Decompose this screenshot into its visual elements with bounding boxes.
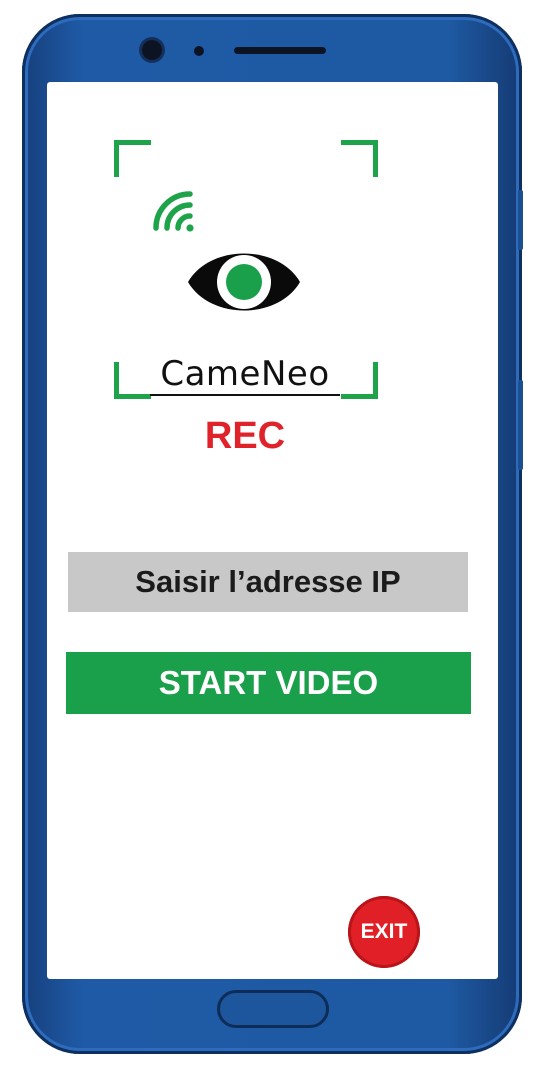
power-button bbox=[518, 380, 523, 470]
rec-status-label: REC bbox=[204, 415, 286, 457]
ip-address-input[interactable] bbox=[68, 552, 468, 612]
brand-name: CameNeo bbox=[160, 354, 330, 394]
eye-icon bbox=[188, 253, 300, 311]
exit-button[interactable]: EXIT bbox=[348, 896, 420, 968]
home-button[interactable] bbox=[217, 990, 329, 1028]
earpiece-speaker bbox=[234, 47, 326, 54]
frame-corner-bottom-left bbox=[114, 362, 151, 399]
frame-corner-bottom-right bbox=[341, 362, 378, 399]
wifi-icon bbox=[153, 191, 194, 232]
front-camera bbox=[142, 40, 162, 60]
frame-corner-top-left bbox=[114, 140, 151, 177]
volume-button bbox=[518, 190, 523, 250]
frame-corner-top-right bbox=[341, 140, 378, 177]
phone-top-bar bbox=[22, 14, 522, 82]
app-screen bbox=[47, 82, 498, 979]
brand-underline bbox=[150, 394, 340, 396]
start-video-button[interactable]: START VIDEO bbox=[66, 652, 471, 714]
proximity-sensor bbox=[194, 46, 204, 56]
